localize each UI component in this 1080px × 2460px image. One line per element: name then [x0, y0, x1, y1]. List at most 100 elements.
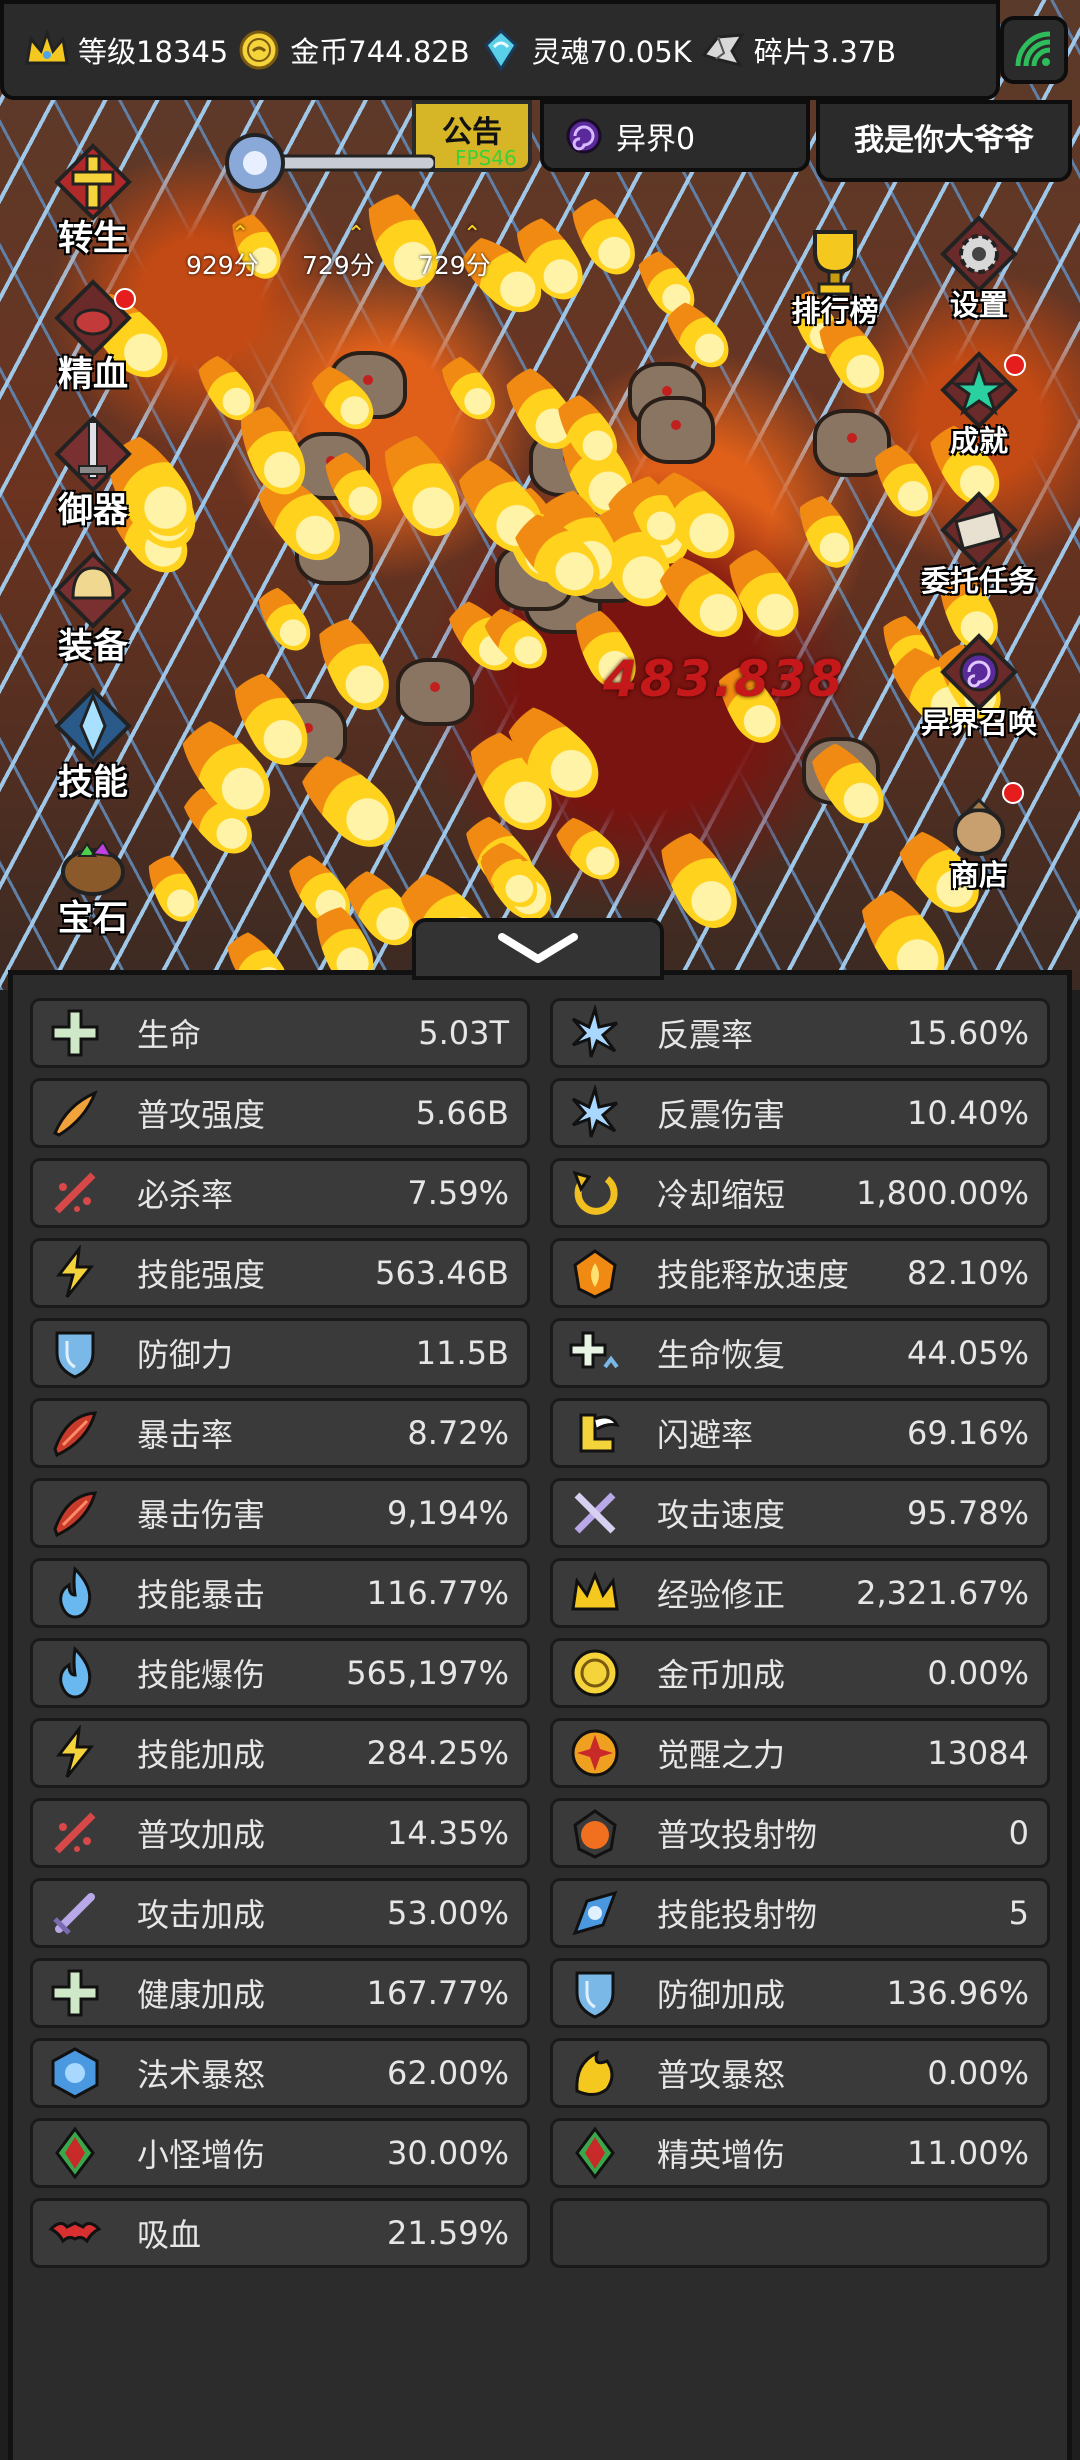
equipment-button[interactable]: 装备 [28, 548, 158, 669]
stat-value: 5.66B [415, 1094, 509, 1132]
stat-row: 暴击率 8.72% [30, 1398, 530, 1468]
stat-row: 防御加成 136.96% [550, 1958, 1050, 2028]
stat-value: 5 [1008, 1894, 1029, 1932]
achievements-button[interactable]: 成就 [914, 348, 1044, 460]
blood-essence-button[interactable]: 精血 [28, 276, 158, 397]
shield-icon [47, 1325, 103, 1381]
fire-orb-icon [567, 1805, 623, 1861]
lightning-icon [47, 1725, 103, 1781]
stat-value: 0.00% [927, 1654, 1029, 1692]
stat-row: 小怪增伤 30.00% [30, 2118, 530, 2188]
score-label: ⌃ 729分 [302, 222, 375, 280]
demon-mask-icon [567, 2125, 623, 2181]
stat-value: 14.35% [386, 1814, 509, 1852]
health-plus-icon [47, 1965, 103, 2021]
skills-button[interactable]: 技能 [28, 684, 158, 805]
stat-row: 普攻加成 14.35% [30, 1798, 530, 1868]
stat-row: 经验修正 2,321.67% [550, 1558, 1050, 1628]
fireball-projectile [430, 344, 505, 428]
stat-row: 技能加成 284.25% [30, 1718, 530, 1788]
stat-name: 生命恢复 [657, 1336, 786, 1374]
lightning-icon [47, 1245, 103, 1301]
stat-value: 13084 [927, 1734, 1029, 1772]
stat-row: 技能投射物 5 [550, 1878, 1050, 1948]
player-name[interactable]: 我是你大爷爷 [816, 100, 1072, 182]
soul-text: 灵魂70.05K [531, 35, 692, 69]
settings-button[interactable]: 设置 [914, 212, 1044, 324]
fireball-projectile [644, 814, 750, 940]
collapse-panel-button[interactable] [412, 918, 664, 980]
gems-button[interactable]: 宝石 [28, 820, 158, 941]
blue-orb-icon [567, 1885, 623, 1941]
stat-value: 565,197% [346, 1654, 509, 1692]
stat-value: 10.40% [906, 1094, 1029, 1132]
winged-boot-icon [567, 1405, 623, 1461]
stat-name: 攻击加成 [137, 1896, 266, 1934]
stat-name: 小怪增伤 [137, 2136, 266, 2174]
resource-bar: 等级18345 金币744.82B 灵魂70.05K 碎片3.37B [0, 0, 1000, 100]
stat-row: 反震伤害 10.40% [550, 1078, 1050, 1148]
fireball-projectile [543, 805, 630, 890]
regen-plus-icon [567, 1325, 623, 1381]
sword-icon [47, 1885, 103, 1941]
stat-value: 167.77% [366, 1974, 509, 2012]
stone-golem-enemy [396, 658, 475, 727]
stat-value: 30.00% [386, 2134, 509, 2172]
stat-row: 吸血 21.59% [30, 2198, 530, 2268]
soul-resource: 灵魂70.05K [476, 25, 692, 75]
score-label: ⌃ 729分 [418, 222, 491, 280]
crown-level-icon [22, 25, 72, 75]
fireball-projectile [367, 417, 472, 547]
gold-text: 金币744.82B [290, 35, 470, 69]
shop-button[interactable]: 商店 [914, 782, 1044, 894]
cooldown-arrow-icon [567, 1165, 623, 1221]
crown-icon [567, 1565, 623, 1621]
crit-claw-icon [47, 1405, 103, 1461]
stat-name: 必杀率 [137, 1176, 234, 1214]
stat-name: 技能释放速度 [657, 1256, 850, 1294]
stat-name: 法术暴怒 [137, 2056, 266, 2094]
stat-name: 技能强度 [137, 1256, 266, 1294]
stat-value: 69.16% [906, 1414, 1029, 1452]
flame-badge-icon [567, 1245, 623, 1301]
level-text: 等级18345 [78, 35, 229, 69]
crossed-swords-icon [567, 1485, 623, 1541]
soul-icon [476, 25, 526, 75]
stat-value: 62.00% [386, 2054, 509, 2092]
rebirth-button[interactable]: 转生 [28, 140, 158, 261]
coin-icon [567, 1645, 623, 1701]
network-status-button[interactable] [1000, 16, 1068, 84]
feather-strike-icon [47, 1085, 103, 1141]
leaderboard-button[interactable]: 排行榜 [770, 218, 900, 330]
stat-name: 暴击率 [137, 1416, 234, 1454]
stat-value: 1,800.00% [856, 1174, 1029, 1212]
damage-number: 483.838 [603, 650, 845, 708]
stone-golem-enemy [636, 396, 715, 465]
stat-row: 攻击速度 95.78% [550, 1478, 1050, 1548]
stat-row: 普攻投射物 0 [550, 1798, 1050, 1868]
shield-icon [567, 1965, 623, 2021]
fragment-text: 碎片3.37B [753, 35, 897, 69]
crit-claw-icon [47, 1485, 103, 1541]
stat-name: 普攻投射物 [657, 1816, 818, 1854]
stat-value: 8.72% [407, 1414, 509, 1452]
stat-row: 技能强度 563.46B [30, 1238, 530, 1308]
notification-dot [1004, 354, 1026, 376]
fireball-projectile [787, 482, 863, 576]
stat-row: 普攻强度 5.66B [30, 1078, 530, 1148]
stat-name: 防御力 [137, 1336, 234, 1374]
otherworld-text: 异界0 [616, 122, 696, 157]
stat-value: 7.59% [407, 1174, 509, 1212]
weapon-control-button[interactable]: 御器 [28, 412, 158, 533]
stat-value: 116.77% [366, 1574, 509, 1612]
blue-flame-icon [47, 1565, 103, 1621]
commission-button[interactable]: 委托任务 [914, 488, 1044, 600]
otherworld-summon-button[interactable]: 异界召唤 [914, 630, 1044, 742]
stat-row: 反震率 15.60% [550, 998, 1050, 1068]
stat-name: 生命 [137, 1016, 202, 1054]
stat-row: 法术暴怒 62.00% [30, 2038, 530, 2108]
demon-mask-icon [47, 2125, 103, 2181]
health-plus-icon [47, 1005, 103, 1061]
chevron-down-icon [498, 933, 578, 963]
stat-name: 闪避率 [657, 1416, 754, 1454]
